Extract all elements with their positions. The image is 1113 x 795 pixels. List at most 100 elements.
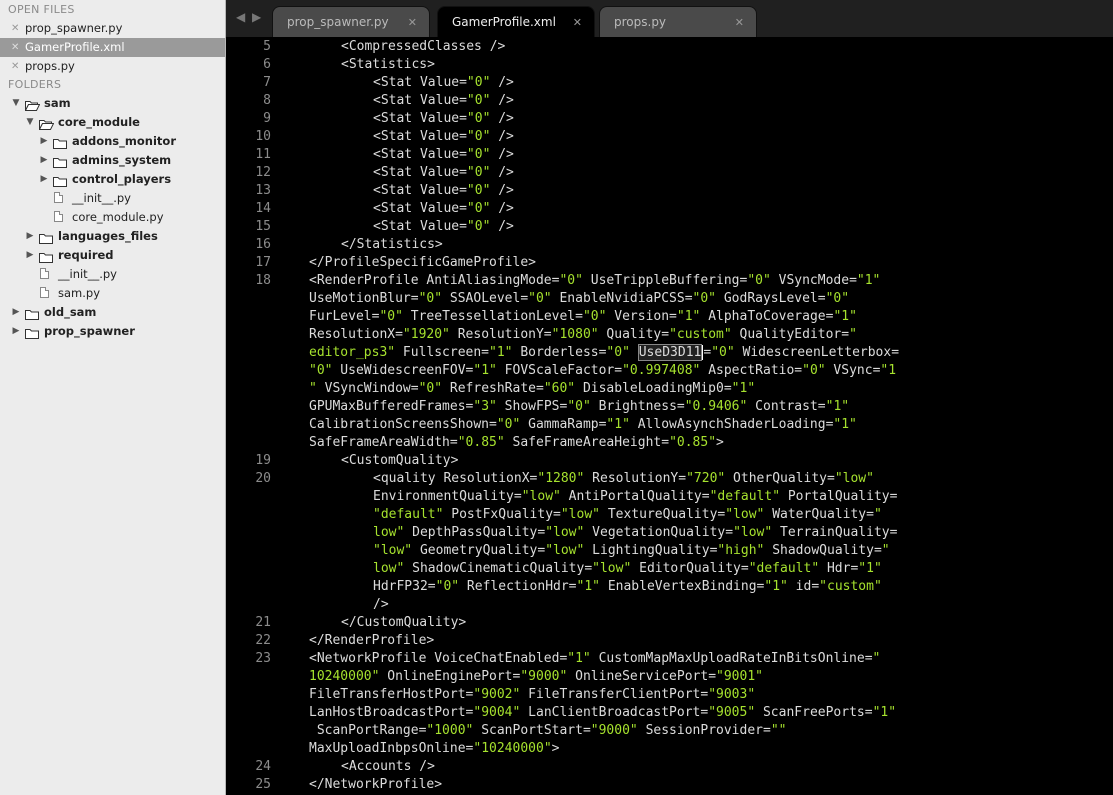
- code-line[interactable]: <Stat Value="0" />: [309, 164, 514, 182]
- code-editor[interactable]: 5 6 7 8 9 10 11 12 13 14 15 16 17 18 19 20 21 22 23 24 25 <C…: [226, 37, 1113, 795]
- code-line[interactable]: <NetworkProfile VoiceChatEnabled="1" Cus…: [309, 650, 880, 668]
- open-file-item[interactable]: ✕ prop_spawner.py: [0, 19, 225, 38]
- code-line[interactable]: SafeFrameAreaWidth="0.85" SafeFrameAreaH…: [309, 434, 724, 452]
- code-line[interactable]: FurLevel="0" TreeTessellationLevel="0" V…: [309, 308, 857, 326]
- caret-right-icon[interactable]: ▶: [25, 246, 35, 265]
- code-line[interactable]: <Stat Value="0" />: [309, 182, 514, 200]
- code-line[interactable]: <Stat Value="0" />: [309, 74, 514, 92]
- tab-back-arrow-icon[interactable]: ◀: [236, 10, 245, 24]
- xml-string: "": [770, 723, 787, 738]
- tab-close-icon[interactable]: ✕: [408, 7, 417, 38]
- code-line[interactable]: <Stat Value="0" />: [309, 92, 514, 110]
- xml-string: "low": [373, 543, 413, 558]
- xml-tag-text: ScanPortStart=: [473, 723, 591, 738]
- code-line[interactable]: low" DepthPassQuality="low" VegetationQu…: [309, 524, 897, 542]
- close-file-icon[interactable]: ✕: [11, 19, 19, 38]
- caret-down-icon[interactable]: ▼: [25, 113, 35, 132]
- caret-right-icon[interactable]: ▶: [39, 132, 49, 151]
- code-line[interactable]: editor_ps3" Fullscreen="1" Borderless="0…: [309, 344, 899, 362]
- caret-right-icon[interactable]: ▶: [25, 227, 35, 246]
- xml-tag-text: <Stat Value=: [373, 201, 467, 216]
- tree-folder[interactable]: ▶ admins_system: [0, 151, 225, 170]
- tree-folder[interactable]: ▶ prop_spawner: [0, 322, 225, 341]
- xml-tag-text: GPUMaxBufferedFrames=: [309, 399, 474, 414]
- folder-icon: [39, 250, 53, 263]
- code-line[interactable]: low" ShadowCinematicQuality="low" Editor…: [309, 560, 882, 578]
- code-line[interactable]: </CustomQuality>: [309, 614, 466, 632]
- xml-tag-text: WaterQuality=: [764, 507, 874, 522]
- code-line[interactable]: </RenderProfile>: [309, 632, 434, 650]
- code-line[interactable]: <Stat Value="0" />: [309, 146, 514, 164]
- code-line[interactable]: <Accounts />: [309, 758, 435, 776]
- tree-file[interactable]: __init__.py: [0, 189, 225, 208]
- code-line[interactable]: </ProfileSpecificGameProfile>: [309, 254, 536, 272]
- code-line[interactable]: "default" PostFxQuality="low" TextureQua…: [309, 506, 882, 524]
- code-line[interactable]: " VSyncWindow="0" RefreshRate="60" Disab…: [309, 380, 755, 398]
- tree-folder[interactable]: ▼ sam: [0, 94, 225, 113]
- tree-file[interactable]: sam.py: [0, 284, 225, 303]
- tree-folder[interactable]: ▶ old_sam: [0, 303, 225, 322]
- xml-tag-text: AntiPortalQuality=: [560, 489, 710, 504]
- tab-propspawnerpy[interactable]: prop_spawner.py ✕: [272, 6, 430, 37]
- open-file-item[interactable]: ✕ props.py: [0, 57, 225, 76]
- code-line[interactable]: MaxUploadInbpsOnline="10240000">: [309, 740, 559, 758]
- xml-tag-text: id=: [787, 579, 820, 594]
- code-line[interactable]: <RenderProfile AntiAliasingMode="0" UseT…: [309, 272, 880, 290]
- code-line[interactable]: />: [309, 596, 389, 614]
- code-line[interactable]: "low" GeometryQuality="low" LightingQual…: [309, 542, 890, 560]
- tree-folder[interactable]: ▼ core_module: [0, 113, 225, 132]
- xml-string: "low": [545, 525, 585, 540]
- xml-tag-text: TextureQuality=: [600, 507, 726, 522]
- code-line[interactable]: UseMotionBlur="0" SSAOLevel="0" EnableNv…: [309, 290, 849, 308]
- open-file-item[interactable]: ✕ GamerProfile.xml: [0, 38, 225, 57]
- code-line[interactable]: "0" UseWidescreenFOV="1" FOVScaleFactor=…: [309, 362, 896, 380]
- code-line[interactable]: <Stat Value="0" />: [309, 200, 514, 218]
- caret-right-icon[interactable]: ▶: [39, 151, 49, 170]
- code-line[interactable]: </Statistics>: [309, 236, 443, 254]
- code-line[interactable]: <quality ResolutionX="1280" ResolutionY=…: [309, 470, 874, 488]
- xml-string: "default": [748, 561, 820, 576]
- code-line[interactable]: <Stat Value="0" />: [309, 110, 514, 128]
- code-line[interactable]: CalibrationScreensShown="0" GammaRamp="1…: [309, 416, 857, 434]
- xml-tag-text: PostFxQuality=: [443, 507, 561, 522]
- caret-right-icon[interactable]: ▶: [11, 303, 21, 322]
- tree-folder[interactable]: ▶ required: [0, 246, 225, 265]
- tab-forward-arrow-icon[interactable]: ▶: [252, 10, 261, 24]
- tab-propspy[interactable]: props.py ✕: [599, 6, 757, 37]
- tab-close-icon[interactable]: ✕: [573, 7, 582, 38]
- code-line[interactable]: <Stat Value="0" />: [309, 128, 514, 146]
- code-line[interactable]: EnvironmentQuality="low" AntiPortalQuali…: [309, 488, 897, 506]
- caret-down-icon[interactable]: ▼: [11, 94, 21, 113]
- code-line[interactable]: GPUMaxBufferedFrames="3" ShowFPS="0" Bri…: [309, 398, 849, 416]
- code-line[interactable]: LanHostBroadcastPort="9004" LanClientBro…: [309, 704, 896, 722]
- caret-right-icon[interactable]: ▶: [39, 170, 49, 189]
- code-line[interactable]: </NetworkProfile>: [309, 776, 442, 794]
- close-file-icon[interactable]: ✕: [11, 57, 19, 76]
- tree-folder[interactable]: ▶ languages_files: [0, 227, 225, 246]
- close-file-icon[interactable]: ✕: [11, 38, 19, 57]
- xml-tag-text: Hdr=: [819, 561, 859, 576]
- xml-string: "low": [521, 489, 561, 504]
- xml-string: "1280": [537, 471, 585, 486]
- caret-right-icon[interactable]: ▶: [11, 322, 21, 341]
- tree-file[interactable]: core_module.py: [0, 208, 225, 227]
- xml-string: "0": [802, 363, 826, 378]
- xml-string: "default": [373, 507, 444, 522]
- code-line[interactable]: <CompressedClasses />: [309, 38, 505, 56]
- code-line[interactable]: <CustomQuality>: [309, 452, 458, 470]
- code-line[interactable]: ScanPortRange="1000" ScanPortStart="9000…: [309, 722, 787, 740]
- line-number: 8: [263, 93, 271, 108]
- tab-gamerprofilexml[interactable]: GamerProfile.xml ✕: [437, 6, 595, 37]
- xml-tag-text: />: [490, 75, 514, 90]
- tree-folder[interactable]: ▶ control_players: [0, 170, 225, 189]
- tree-file[interactable]: __init__.py: [0, 265, 225, 284]
- xml-tag-text: ScanPortRange=: [309, 723, 427, 738]
- code-line[interactable]: <Stat Value="0" />: [309, 218, 514, 236]
- code-line[interactable]: ResolutionX="1920" ResolutionY="1080" Qu…: [309, 326, 857, 344]
- code-line[interactable]: 10240000" OnlineEnginePort="9000" Online…: [309, 668, 763, 686]
- code-line[interactable]: HdrFP32="0" ReflectionHdr="1" EnableVert…: [309, 578, 882, 596]
- tree-folder[interactable]: ▶ addons_monitor: [0, 132, 225, 151]
- tab-close-icon[interactable]: ✕: [735, 7, 744, 38]
- code-line[interactable]: FileTransferHostPort="9002" FileTransfer…: [309, 686, 755, 704]
- code-line[interactable]: <Statistics>: [309, 56, 435, 74]
